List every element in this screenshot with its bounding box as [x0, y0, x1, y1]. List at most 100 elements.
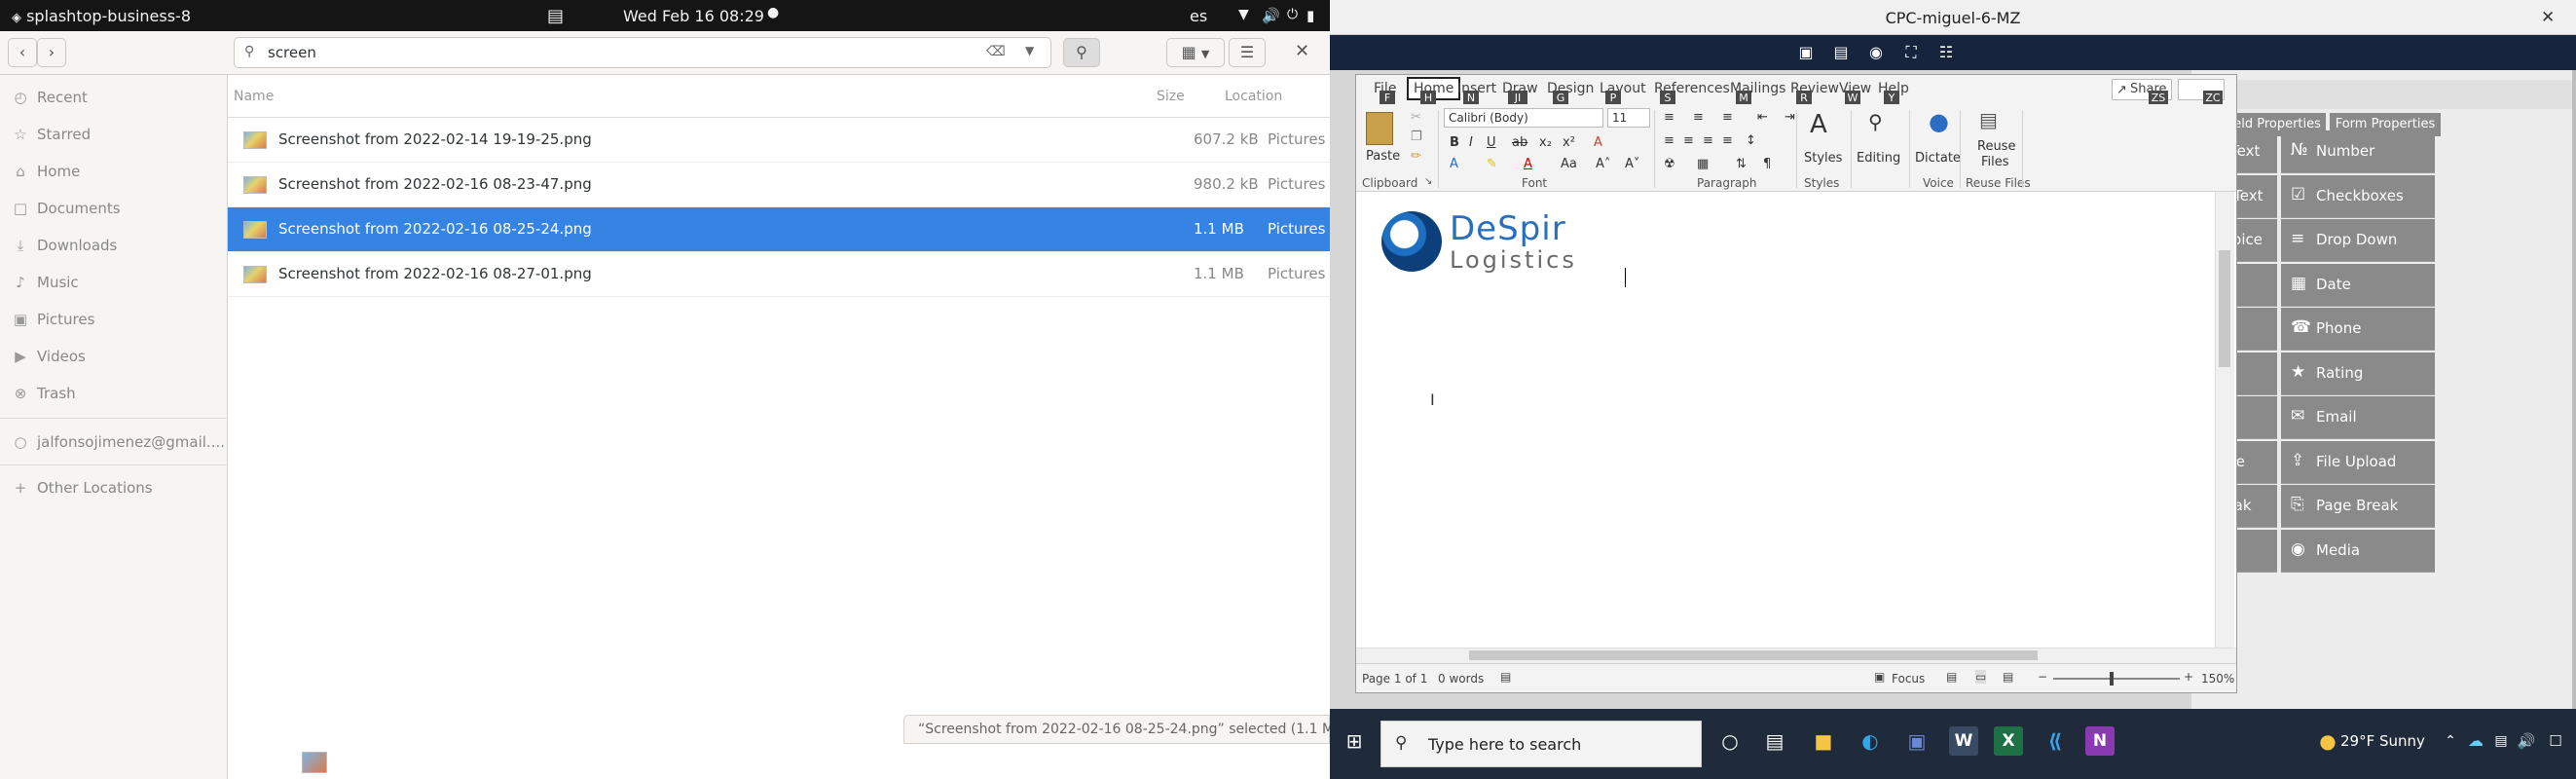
- italic-icon[interactable]: I: [1469, 135, 1473, 150]
- volume-icon[interactable]: 🔊: [2512, 726, 2541, 756]
- superscript-icon[interactable]: x²: [1563, 135, 1575, 150]
- form-field-rating[interactable]: ★ Rating: [2281, 352, 2435, 395]
- onenote-icon[interactable]: N: [2085, 726, 2115, 756]
- cut-icon[interactable]: ✂: [1411, 110, 1421, 125]
- vscode-icon[interactable]: ⟪: [2041, 726, 2070, 756]
- vertical-scroll-thumb[interactable]: [2219, 250, 2230, 367]
- shading-icon[interactable]: ☢: [1664, 157, 1675, 171]
- file-row[interactable]: Screenshot from 2022-02-14 19-19-25.png 6…: [228, 118, 1330, 163]
- sort-icon[interactable]: ⇅: [1736, 157, 1747, 171]
- show-marks-icon[interactable]: ¶: [1763, 157, 1771, 171]
- zoom-in-icon[interactable]: +: [2184, 670, 2193, 684]
- sidebar-item-home[interactable]: ⌂ Home: [0, 153, 227, 190]
- find-icon[interactable]: ⚲: [1868, 110, 1883, 133]
- line-spacing-icon[interactable]: ↕: [1746, 133, 1756, 148]
- subscript-icon[interactable]: x₂: [1539, 135, 1552, 150]
- reuse-files-icon[interactable]: ▤: [1979, 108, 1998, 131]
- sidebar-item-recent[interactable]: ◴ Recent: [0, 79, 227, 116]
- notifications-icon[interactable]: ☐: [2541, 726, 2570, 756]
- bullets-icon[interactable]: ≡: [1664, 110, 1674, 125]
- word-count[interactable]: 0 words: [1438, 672, 1484, 686]
- search-input[interactable]: [268, 42, 949, 63]
- focus-icon[interactable]: ▣: [1874, 670, 1885, 684]
- menu-button[interactable]: ☰: [1229, 38, 1266, 67]
- font-size-box[interactable]: 11: [1607, 108, 1650, 128]
- search-toggle-button[interactable]: ⚲: [1063, 38, 1100, 67]
- align-center-icon[interactable]: ≡: [1683, 133, 1694, 148]
- shrink-font-icon[interactable]: A˅: [1625, 157, 1639, 171]
- sidebar-item-music[interactable]: ♪ Music: [0, 264, 227, 301]
- form-field-page-break[interactable]: ⎘ Page Break: [2281, 485, 2435, 528]
- paste-label[interactable]: Paste: [1366, 149, 1400, 164]
- form-field-media[interactable]: ◉ Media: [2281, 529, 2435, 573]
- cortana-icon[interactable]: ○: [1715, 726, 1745, 756]
- editing-label[interactable]: Editing: [1857, 151, 1900, 166]
- reuse-label-1[interactable]: Reuse: [1977, 139, 2015, 154]
- form-field-number[interactable]: № Number: [2281, 130, 2435, 173]
- print-layout-icon[interactable]: ▭: [1975, 670, 1987, 684]
- borders-icon[interactable]: ▦: [1697, 157, 1709, 171]
- file-row[interactable]: Screenshot from 2022-02-16 08-27-01.png 1…: [228, 252, 1330, 297]
- remote-scrollbar[interactable]: [2572, 70, 2576, 709]
- sidebar-item-downloads[interactable]: ⤓ Downloads: [0, 227, 227, 264]
- document-page[interactable]: DeSpir Logistics I: [1356, 192, 2236, 663]
- font-name-box[interactable]: Calibri (Body): [1444, 108, 1603, 128]
- language-indicator[interactable]: es: [1190, 7, 1207, 25]
- styles-icon[interactable]: A: [1810, 110, 1827, 139]
- back-button[interactable]: ‹: [8, 38, 37, 67]
- underline-icon[interactable]: U: [1487, 135, 1496, 150]
- teams-icon[interactable]: ▣: [1902, 726, 1932, 756]
- page-count[interactable]: Page 1 of 1: [1362, 672, 1427, 686]
- zoom-level[interactable]: 150%: [2201, 672, 2234, 686]
- sidebar-item-documents[interactable]: □ Documents: [0, 190, 227, 227]
- view-eye-icon[interactable]: ◉: [1865, 43, 1887, 62]
- decrease-indent-icon[interactable]: ⇤: [1757, 110, 1768, 125]
- read-mode-icon[interactable]: ▤: [1946, 670, 1957, 684]
- edge-icon[interactable]: ◐: [1856, 726, 1885, 756]
- sidebar-item-jalfonsojimenez[interactable]: ○ jalfonsojimenez@gmail....: [0, 424, 227, 461]
- justify-icon[interactable]: ≡: [1722, 133, 1733, 148]
- fullscreen-icon[interactable]: ⛶: [1900, 43, 1922, 62]
- change-case-icon[interactable]: Aa: [1561, 157, 1577, 171]
- dock-thumbnail[interactable]: [302, 752, 327, 773]
- strikethrough-icon[interactable]: ab: [1512, 135, 1527, 150]
- column-name[interactable]: Name: [234, 75, 274, 118]
- focus-label[interactable]: Focus: [1892, 672, 1925, 686]
- view-mode-button[interactable]: ▦ ▼: [1166, 38, 1225, 67]
- clock[interactable]: Wed Feb 16 08:29: [623, 7, 764, 25]
- form-field-date[interactable]: ▦ Date: [2281, 263, 2435, 307]
- form-field-checkboxes[interactable]: ☑ Checkboxes: [2281, 174, 2435, 218]
- workspace-icon[interactable]: ▤: [547, 6, 564, 26]
- remote-switch-screen-icon[interactable]: ▤: [1830, 43, 1852, 62]
- zoom-slider-thumb[interactable]: [2110, 672, 2114, 686]
- file-explorer-icon[interactable]: ■: [1809, 726, 1838, 756]
- form-field-drop-down[interactable]: ≡ Drop Down: [2281, 219, 2435, 262]
- format-painter-icon[interactable]: ✏: [1411, 149, 1421, 164]
- multilevel-icon[interactable]: ≡: [1722, 110, 1733, 125]
- align-left-icon[interactable]: ≡: [1664, 133, 1674, 148]
- search-box[interactable]: ⚲ ⌫ ▼: [234, 37, 1051, 68]
- grow-font-icon[interactable]: A˄: [1596, 157, 1610, 171]
- align-right-icon[interactable]: ≡: [1703, 133, 1713, 148]
- weather-sun-icon[interactable]: ●: [2313, 726, 2342, 756]
- file-row[interactable]: Screenshot from 2022-02-16 08-23-47.png 9…: [228, 163, 1330, 207]
- remote-monitor-icon[interactable]: ▣: [1795, 43, 1817, 62]
- sidebar-item-pictures[interactable]: ▣ Pictures: [0, 301, 227, 338]
- task-view-icon[interactable]: ▤: [1760, 726, 1789, 756]
- clear-format-icon[interactable]: A: [1594, 135, 1602, 150]
- remote-settings-icon[interactable]: ☷: [1935, 43, 1957, 62]
- clear-search-icon[interactable]: ⌫: [986, 44, 1006, 59]
- column-location[interactable]: Location: [1225, 75, 1282, 118]
- reuse-label-2[interactable]: Files: [1981, 155, 2009, 169]
- taskbar-search-box[interactable]: ⚲ Type here to search: [1380, 721, 1702, 767]
- sidebar-item-trash[interactable]: ⊗ Trash: [0, 375, 227, 412]
- excel-icon[interactable]: X: [1994, 726, 2023, 756]
- copy-icon[interactable]: ❐: [1411, 130, 1422, 144]
- app-menu[interactable]: ◈ splashtop-business-8: [12, 7, 191, 25]
- forward-button[interactable]: ›: [37, 38, 66, 67]
- increase-indent-icon[interactable]: ⇥: [1785, 110, 1795, 125]
- paste-icon[interactable]: [1366, 112, 1393, 145]
- styles-label[interactable]: Styles: [1804, 151, 1842, 166]
- close-icon[interactable]: ✕: [1295, 41, 1309, 61]
- power-icon[interactable]: ⏻: [1287, 7, 1298, 22]
